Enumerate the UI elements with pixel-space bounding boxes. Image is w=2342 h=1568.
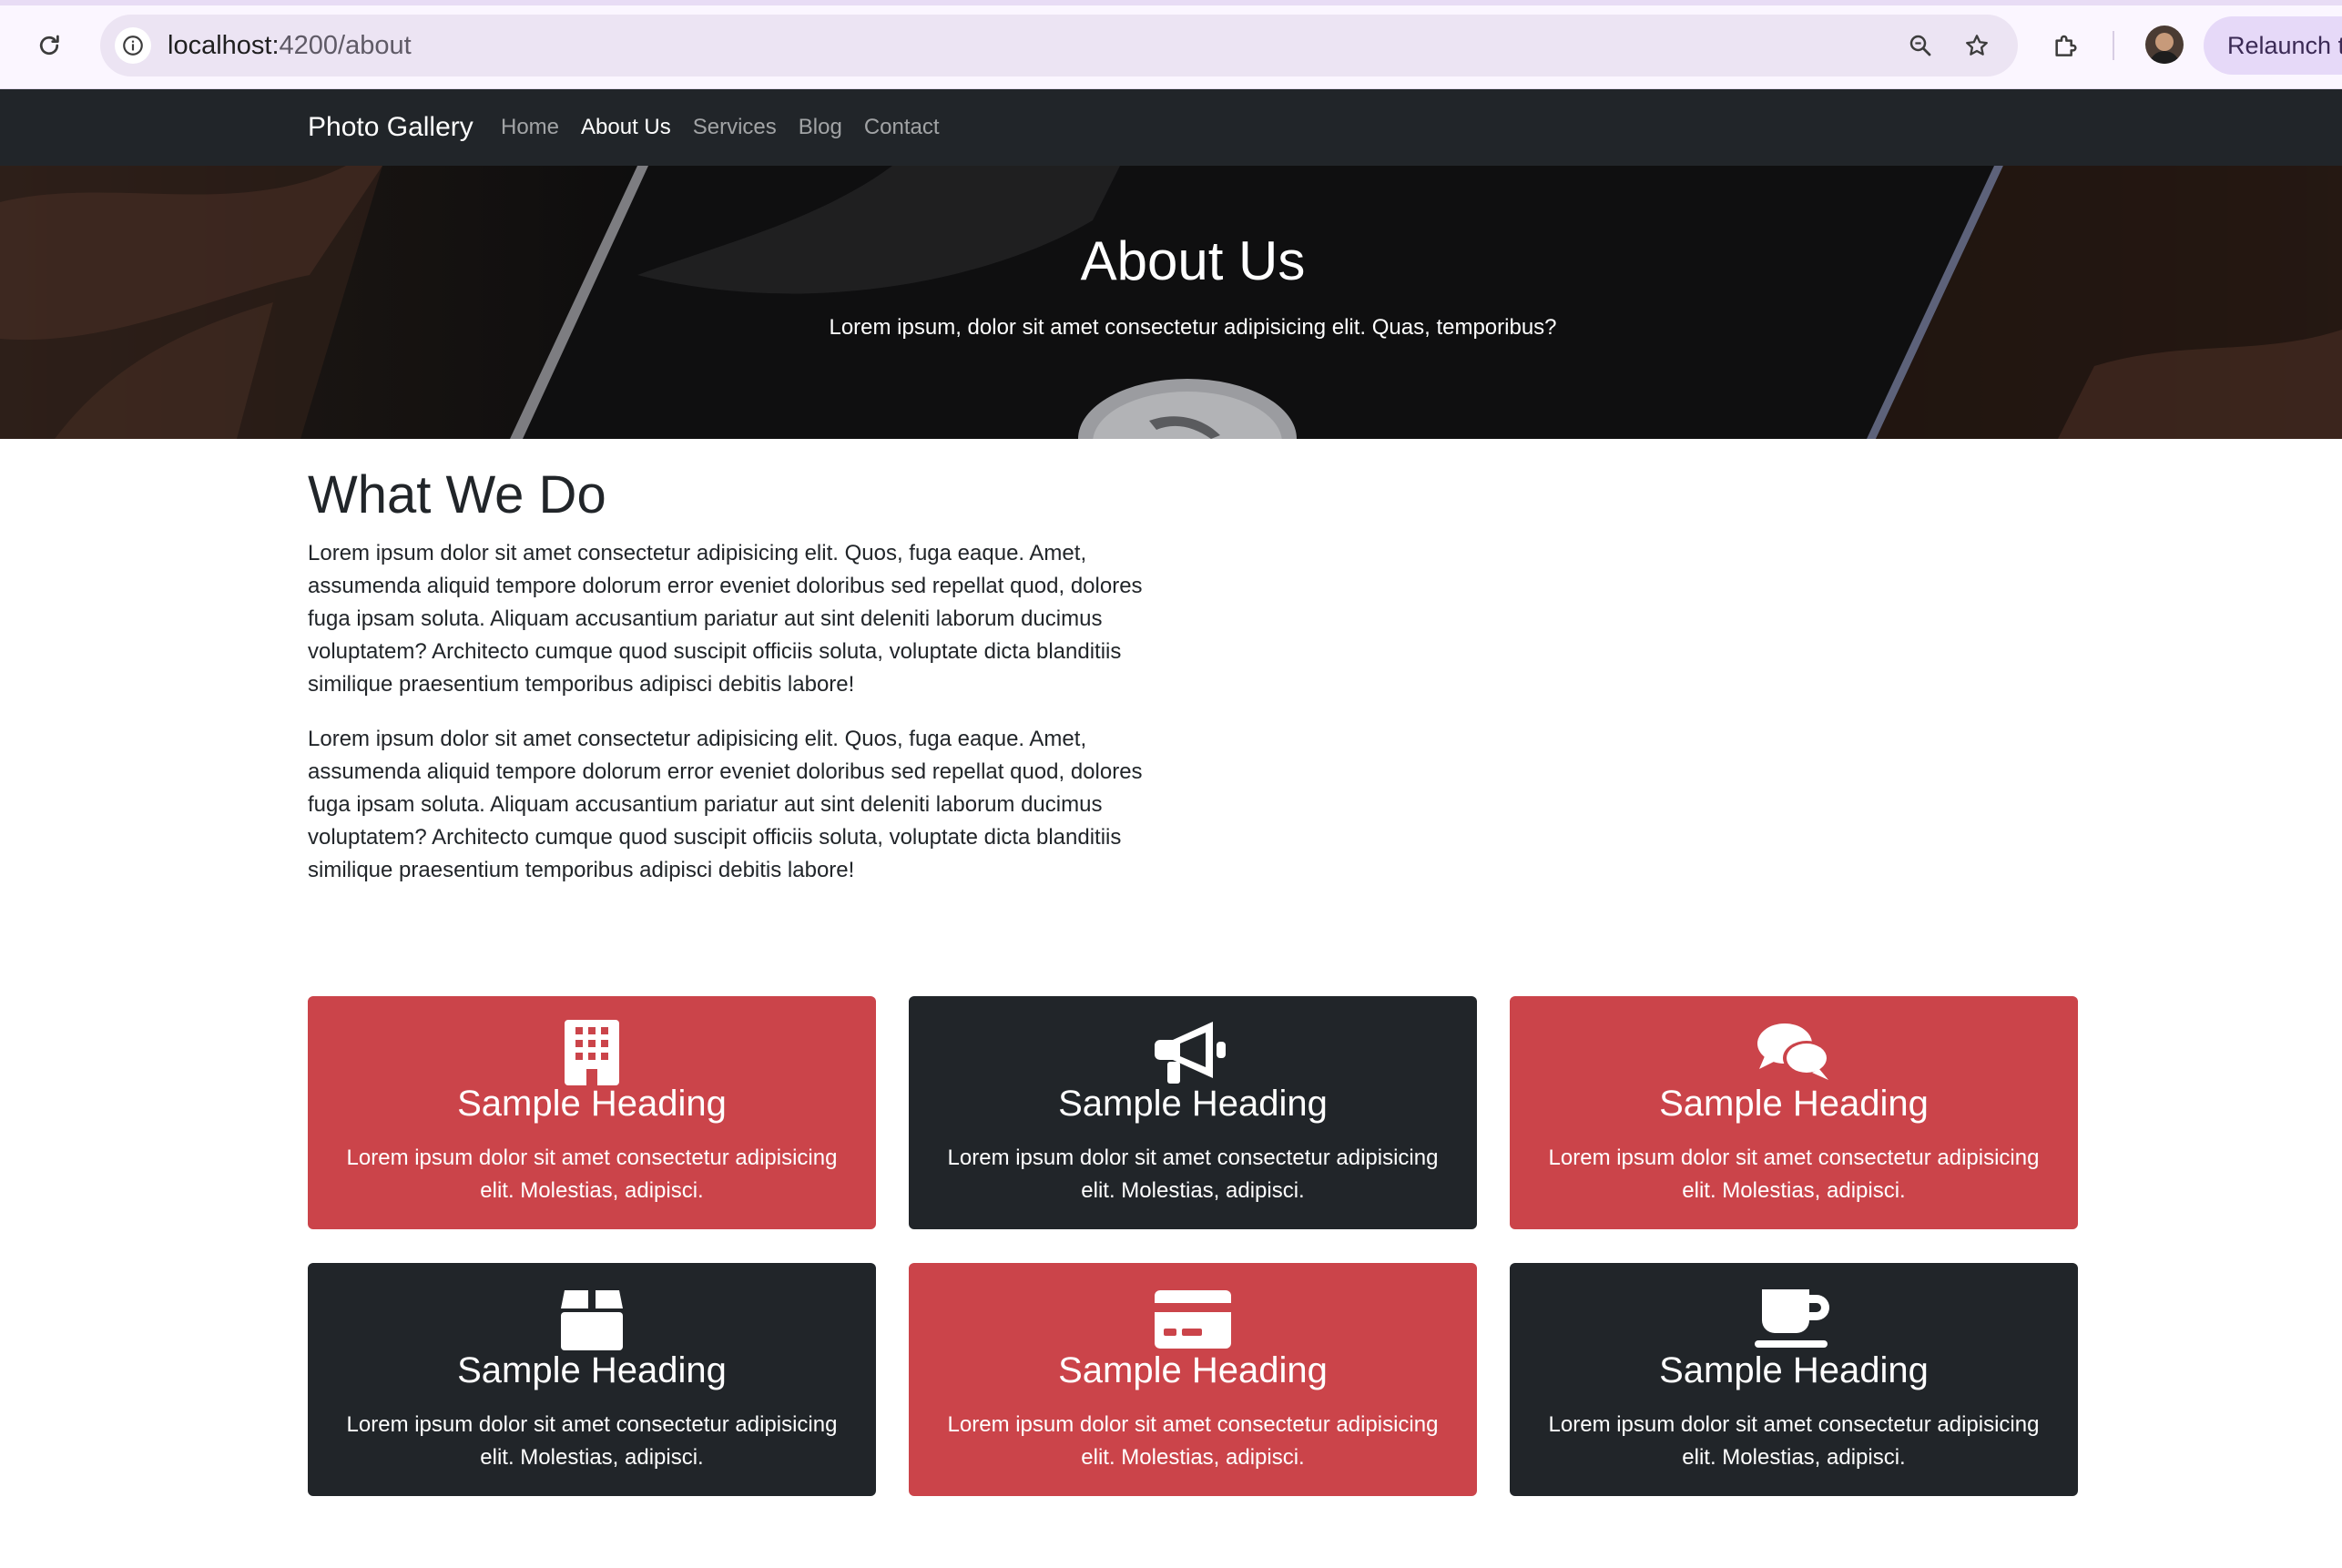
reload-icon[interactable] <box>31 27 67 64</box>
nav-link-services[interactable]: Services <box>693 115 777 140</box>
avatar-face <box>2155 33 2174 51</box>
profile-avatar[interactable] <box>2145 25 2184 64</box>
feature-card-4: Sample Heading Lorem ipsum dolor sit ame… <box>308 1263 876 1496</box>
nav-link-contact[interactable]: Contact <box>864 115 940 140</box>
nav-link-home[interactable]: Home <box>501 115 559 140</box>
relaunch-button[interactable]: Relaunch t <box>2204 16 2342 75</box>
browser-toolbar: localhost:4200/about Relaunch t <box>0 0 2342 89</box>
nav-link-about-us[interactable]: About Us <box>581 115 671 140</box>
zoom-icon[interactable] <box>1903 28 1938 63</box>
hero-subtitle: Lorem ipsum, dolor sit amet consectetur … <box>829 315 1557 340</box>
url-path: 4200/about <box>279 31 412 60</box>
card-text: Lorem ipsum dolor sit amet consectetur a… <box>947 1412 1439 1470</box>
megaphone-icon <box>909 1018 1477 1087</box>
avatar-body <box>2149 51 2180 64</box>
what-we-do-heading: What We Do <box>308 465 606 524</box>
card-heading: Sample Heading <box>1659 1084 1929 1124</box>
hero-title: About Us <box>1080 230 1306 291</box>
hero-background-photo <box>0 166 2342 439</box>
card-text: Lorem ipsum dolor sit amet consectetur a… <box>346 1145 838 1203</box>
what-we-do-paragraph-1: Lorem ipsum dolor sit amet consectetur a… <box>308 541 1143 697</box>
site-info-icon[interactable] <box>115 27 151 64</box>
nav-links: Home About Us Services Blog Contact <box>501 89 962 166</box>
toolbar-divider <box>2113 31 2114 60</box>
card-text: Lorem ipsum dolor sit amet consectetur a… <box>1548 1145 2040 1203</box>
card-heading: Sample Heading <box>1058 1084 1328 1124</box>
feature-card-5: Sample Heading Lorem ipsum dolor sit ame… <box>909 1263 1477 1496</box>
bookmark-star-icon[interactable] <box>1960 28 1994 63</box>
url-text[interactable]: localhost:4200/about <box>168 15 412 76</box>
box-icon <box>308 1285 876 1354</box>
site-navbar: Photo Gallery Home About Us Services Blo… <box>0 89 2342 166</box>
card-text: Lorem ipsum dolor sit amet consectetur a… <box>346 1412 838 1470</box>
building-icon <box>308 1018 876 1087</box>
navbar-brand[interactable]: Photo Gallery <box>308 89 473 166</box>
card-text: Lorem ipsum dolor sit amet consectetur a… <box>947 1145 1439 1203</box>
card-heading: Sample Heading <box>1058 1350 1328 1390</box>
credit-card-icon <box>909 1285 1477 1354</box>
feature-card-3: Sample Heading Lorem ipsum dolor sit ame… <box>1510 996 2078 1229</box>
what-we-do-paragraph-2: Lorem ipsum dolor sit amet consectetur a… <box>308 727 1143 882</box>
feature-card-2: Sample Heading Lorem ipsum dolor sit ame… <box>909 996 1477 1229</box>
card-heading: Sample Heading <box>457 1350 727 1390</box>
card-heading: Sample Heading <box>457 1084 727 1124</box>
coffee-cup-icon <box>1510 1285 2078 1354</box>
hero-banner: About Us Lorem ipsum, dolor sit amet con… <box>0 166 2342 439</box>
nav-link-blog[interactable]: Blog <box>799 115 842 140</box>
feature-card-6: Sample Heading Lorem ipsum dolor sit ame… <box>1510 1263 2078 1496</box>
chat-bubbles-icon <box>1510 1018 2078 1087</box>
feature-card-1: Sample Heading Lorem ipsum dolor sit ame… <box>308 996 876 1229</box>
card-heading: Sample Heading <box>1659 1350 1929 1390</box>
card-text: Lorem ipsum dolor sit amet consectetur a… <box>1548 1412 2040 1470</box>
address-bar[interactable]: localhost:4200/about <box>100 15 2018 76</box>
url-host: localhost: <box>168 31 280 60</box>
tab-strip <box>0 0 2342 5</box>
extensions-puzzle-icon[interactable] <box>2047 27 2083 64</box>
